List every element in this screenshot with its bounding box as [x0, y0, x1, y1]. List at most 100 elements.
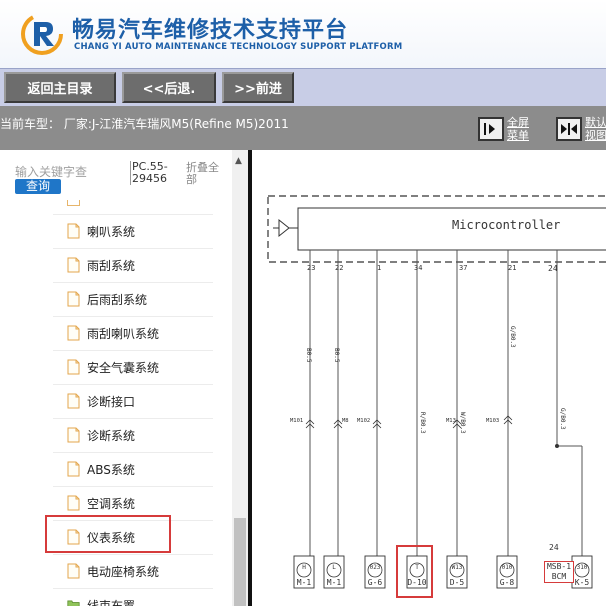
app-root: 畅易汽车维修技术支持平台 CHANG YI AUTO MAINTENANCE T… — [0, 0, 606, 606]
splice-label: M103 — [486, 418, 500, 424]
fullscreen-label-line2: 菜单 — [507, 129, 529, 142]
toolbar: 返回主目录 <<后退. >>前进 — [0, 68, 606, 106]
tree-item-label: 诊断系统 — [87, 429, 136, 443]
collapse-all-link[interactable]: 折叠全部 — [186, 162, 226, 186]
splice-label: M13 — [446, 418, 456, 424]
tree-item[interactable]: 诊断系统 — [53, 419, 213, 453]
default-view-icon — [561, 123, 577, 135]
connector-symbol: 310 — [576, 564, 588, 571]
fullscreen-menu-button[interactable] — [478, 117, 504, 141]
splice-label: M8 — [342, 418, 349, 424]
splice-dot — [555, 444, 559, 448]
tree-scrollbar[interactable]: ▲ — [232, 150, 248, 606]
pin-label: 24 — [549, 543, 559, 552]
bcm-connector-label: MSB-1 BCM — [544, 561, 574, 583]
input-triangle-icon — [278, 218, 290, 238]
splice-marks — [305, 415, 513, 429]
tree-item[interactable]: 喇叭系统 — [53, 215, 213, 249]
splice-label: M102 — [357, 418, 371, 424]
platform-subtitle: CHANG YI AUTO MAINTENANCE TECHNOLOGY SUP… — [74, 42, 403, 52]
fullscreen-menu-link[interactable]: 全屏 菜单 — [507, 116, 529, 142]
wire-color-label: G/B0.3 — [509, 326, 516, 348]
current-vehicle-text: 当前车型： 厂家:J-江淮汽车瑞风M5(Refine M5)2011 — [0, 117, 289, 131]
connector-symbol: 023 — [369, 564, 381, 571]
document-icon — [67, 291, 80, 307]
tree-item[interactable]: 雨刮系统 — [53, 249, 213, 283]
pin-label: 22 — [335, 264, 344, 272]
document-icon — [67, 359, 80, 375]
forward-button[interactable]: >>前进 — [222, 72, 294, 103]
fullscreen-icon — [484, 123, 495, 135]
connector-symbol: W13 — [451, 564, 463, 571]
connector-symbol: 010 — [501, 564, 513, 571]
tree-item[interactable]: 雨刮喇叭系统 — [53, 317, 213, 351]
pin-label: 23 — [307, 264, 316, 272]
wire-color-label: W/B0.3 — [459, 412, 466, 434]
tree-item-label: 后雨刮系统 — [87, 293, 148, 307]
document-icon — [67, 495, 80, 511]
tree-item-label: ABS系统 — [87, 463, 135, 477]
msb-label-line2: BCM — [551, 572, 567, 581]
document-icon — [67, 393, 80, 409]
pin-label: 37 — [459, 264, 468, 272]
default-label-line2: 视图 — [585, 129, 606, 142]
connector-symbol: L — [332, 564, 336, 571]
tree-item-label: 电动座椅系统 — [87, 565, 160, 579]
tree-item[interactable]: 线束布置 — [53, 589, 213, 606]
tree-item-label: 线束布置 — [87, 599, 136, 606]
wire-color-label: R/B0.3 — [419, 412, 426, 434]
tree-item[interactable]: 电动座椅系统 — [53, 555, 213, 589]
connector-symbol: T — [415, 564, 419, 571]
highlight-box — [45, 515, 171, 553]
tree-item-label: 喇叭系统 — [87, 225, 136, 239]
wire-color-label: G/B0.3 — [559, 408, 566, 430]
connector-label: M-1 — [296, 578, 312, 587]
tree-item[interactable]: 安全气囊系统 — [53, 351, 213, 385]
scroll-up-icon[interactable]: ▲ — [235, 156, 242, 166]
tree-item[interactable]: 诊断接口 — [53, 385, 213, 419]
pin-label: 34 — [414, 264, 423, 272]
connector-label: D-10 — [407, 578, 427, 587]
default-view-link[interactable]: 默认 视图 — [585, 116, 606, 142]
document-icon — [67, 325, 80, 341]
wire-color-label: B0.5 — [305, 348, 312, 363]
pin-label: 24 — [548, 264, 558, 273]
tree-item-label: 诊断接口 — [87, 395, 136, 409]
tree-item-label: 安全气囊系统 — [87, 361, 160, 375]
default-label-line1: 默认 — [585, 116, 606, 129]
tree-item[interactable]: 后雨刮系统 — [53, 283, 213, 317]
document-icon — [67, 563, 80, 579]
header: 畅易汽车维修技术支持平台 CHANG YI AUTO MAINTENANCE T… — [0, 0, 606, 68]
document-icon — [67, 257, 80, 273]
document-icon — [67, 427, 80, 443]
vehicle-info-bar: 当前车型： 厂家:J-江淮汽车瑞风M5(Refine M5)2011 全屏 菜单… — [0, 106, 606, 150]
tree-partial-item — [67, 200, 80, 206]
msb-label-line1: MSB-1 — [546, 562, 572, 571]
tree-item-label: 空调系统 — [87, 497, 136, 511]
connector-label: G-8 — [499, 578, 515, 587]
fullscreen-label-line1: 全屏 — [507, 116, 529, 129]
platform-title: 畅易汽车维修技术支持平台 — [72, 18, 349, 43]
back-button[interactable]: <<后退. — [122, 72, 216, 103]
wiring-diagram: Microcontroller 23 22 1 34 37 21 24 B0.5… — [252, 150, 606, 606]
tree-item-label: 雨刮系统 — [87, 259, 136, 273]
default-view-button[interactable] — [556, 117, 582, 141]
pin-label: 21 — [508, 264, 517, 272]
tree-item-label: 雨刮喇叭系统 — [87, 327, 160, 341]
document-icon — [67, 223, 80, 239]
scroll-thumb[interactable] — [234, 518, 246, 606]
microcontroller-label: Microcontroller — [452, 218, 561, 232]
document-icon — [67, 461, 80, 477]
home-button[interactable]: 返回主目录 — [4, 72, 116, 103]
connector-symbol: H — [302, 564, 306, 571]
wire-color-label: B0.5 — [333, 348, 340, 363]
keyword-search-input[interactable]: 输入关键字查 — [15, 163, 87, 180]
logo-icon — [21, 13, 63, 55]
tree-item[interactable]: ABS系统 — [53, 453, 213, 487]
query-button[interactable]: 查询 — [15, 179, 61, 194]
pin-label: 1 — [377, 264, 382, 272]
folder-icon — [67, 600, 80, 606]
pc-code-text: PC.55-29456 — [130, 161, 180, 185]
connector-label: M-1 — [326, 578, 342, 587]
connector-label: G-6 — [367, 578, 383, 587]
